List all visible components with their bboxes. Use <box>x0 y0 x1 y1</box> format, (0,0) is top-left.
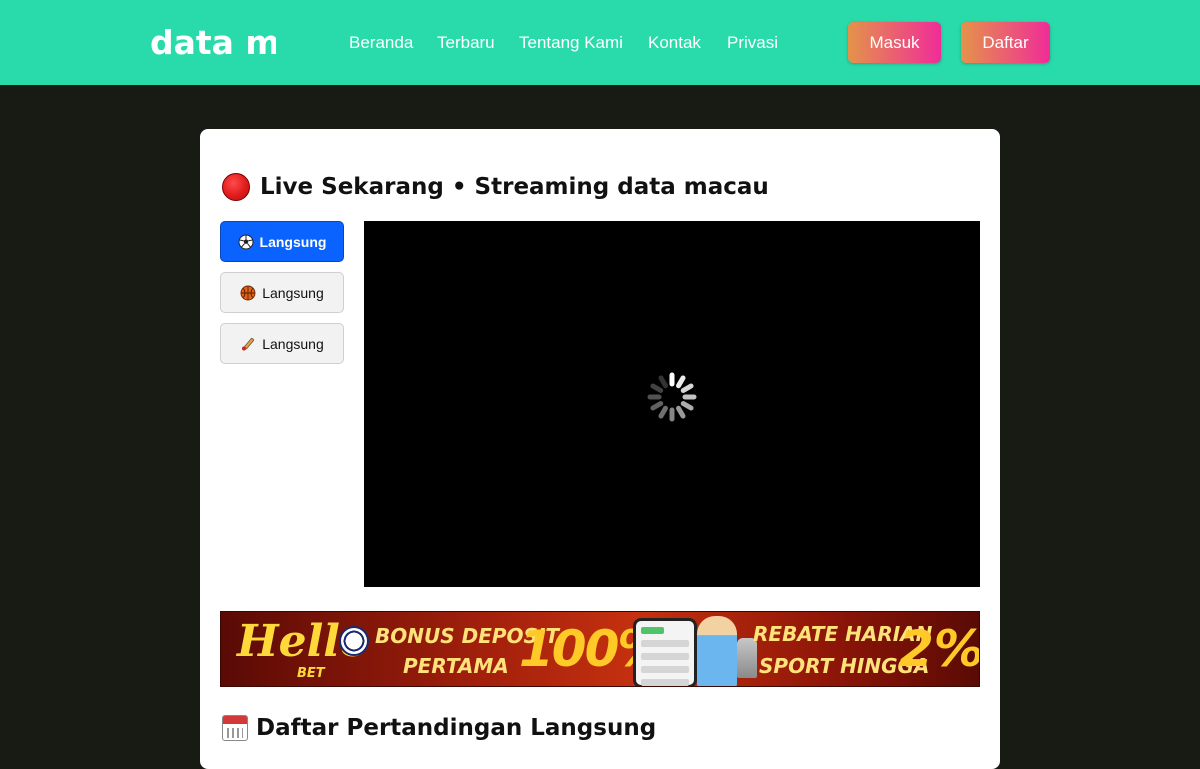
loading-spinner-icon <box>647 372 697 422</box>
tab-soccer-live[interactable]: Langsung <box>220 221 344 262</box>
banner-brand-sub: BET <box>297 666 325 681</box>
site-logo[interactable]: data macau <box>150 22 276 64</box>
calendar-icon <box>222 715 248 741</box>
soccer-ball-icon <box>238 234 254 249</box>
nav-link-kontak[interactable]: Kontak <box>648 32 701 54</box>
top-navbar: data macau Beranda Terbaru Tentang Kami … <box>0 0 1200 85</box>
live-stream-title: Live Sekarang • Streaming data macau <box>260 174 769 200</box>
promo-banner[interactable]: Hello BET BONUS DEPOSIT PERTAMA 100% REB… <box>220 611 980 687</box>
cricket-bat-icon <box>242 337 255 350</box>
football-player-image <box>697 616 737 686</box>
tab-label: Langsung <box>259 233 327 250</box>
phone-app-image <box>633 618 697 686</box>
tab-label: Langsung <box>262 335 324 352</box>
tab-cricket-live[interactable]: Langsung <box>220 323 344 364</box>
live-red-circle-icon <box>222 173 250 201</box>
login-button[interactable]: Masuk <box>848 22 941 63</box>
register-button[interactable]: Daftar <box>961 22 1050 63</box>
tab-label: Langsung <box>262 284 324 301</box>
basketball-icon <box>240 285 256 300</box>
video-player[interactable] <box>364 221 980 587</box>
match-list-heading: Daftar Pertandingan Langsung <box>222 713 656 743</box>
nav-link-tentang-kami[interactable]: Tentang Kami <box>519 32 623 54</box>
nav-link-beranda[interactable]: Beranda <box>349 32 413 54</box>
tab-basketball-live[interactable]: Langsung <box>220 272 344 313</box>
match-list-title: Daftar Pertandingan Langsung <box>256 715 657 741</box>
nav-link-terbaru[interactable]: Terbaru <box>437 32 495 54</box>
banner-promo2-value: 2% <box>899 620 980 678</box>
banner-promo1-line2: PERTAMA <box>403 654 509 678</box>
main-card: Live Sekarang • Streaming data macau Lan… <box>200 129 1000 769</box>
nav-link-privasi[interactable]: Privasi <box>727 32 778 54</box>
soccer-ball-icon <box>339 626 369 656</box>
